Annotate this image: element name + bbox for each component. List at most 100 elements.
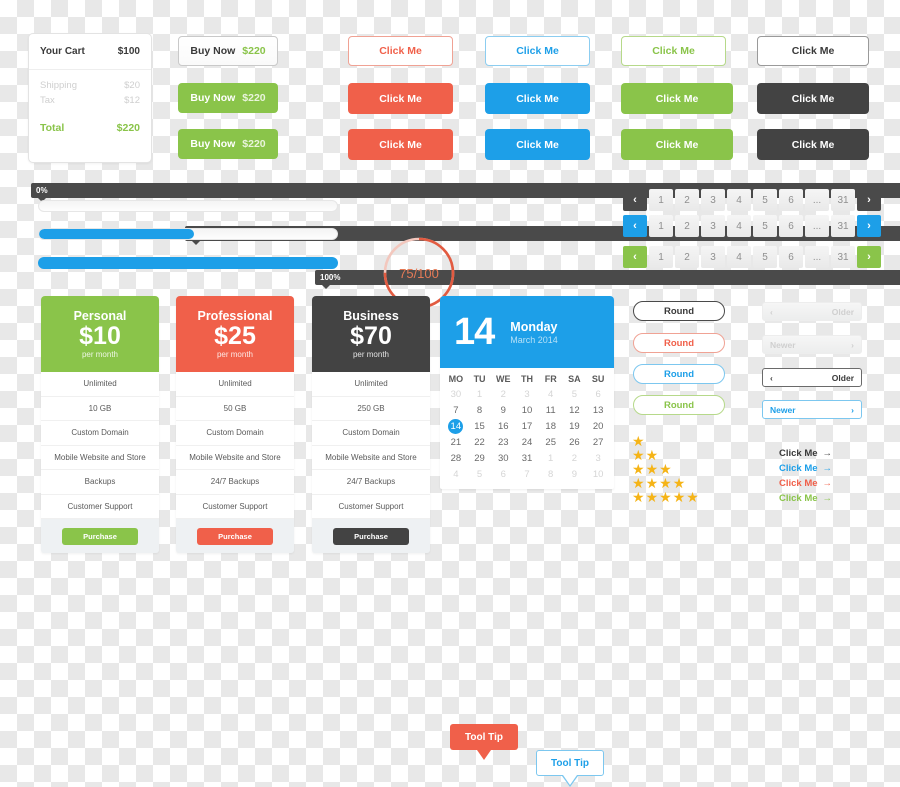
star-icon[interactable]: ★ bbox=[686, 490, 699, 504]
click-me-link-green[interactable]: Click Me → bbox=[779, 493, 832, 504]
nav-newer-button[interactable]: Newer › bbox=[762, 400, 862, 419]
purchase-button[interactable]: Purchase bbox=[62, 527, 138, 545]
click-me-button-green-solid-1[interactable]: Click Me bbox=[621, 83, 733, 114]
click-me-link-blue[interactable]: Click Me → bbox=[779, 463, 832, 474]
click-me-button-dark-solid-1[interactable]: Click Me bbox=[757, 83, 869, 114]
pagination-page[interactable]: 6 bbox=[779, 246, 803, 268]
buy-now-button-ghost[interactable]: Buy Now $220 bbox=[178, 36, 278, 66]
pagination-page[interactable]: 3 bbox=[701, 215, 725, 237]
round-button-blue[interactable]: Round bbox=[633, 364, 725, 384]
pagination-prev-icon[interactable]: ‹ bbox=[623, 246, 647, 268]
calendar-date-cell[interactable]: 29 bbox=[468, 451, 492, 467]
calendar-date-cell[interactable]: 26 bbox=[563, 435, 587, 451]
pagination-page[interactable]: 4 bbox=[727, 246, 751, 268]
star-rating-row[interactable]: ★ ★ ★ ★ ★ bbox=[632, 490, 699, 504]
pagination-page[interactable]: 2 bbox=[675, 246, 699, 268]
click-me-button-green-solid-2[interactable]: Click Me bbox=[621, 129, 733, 160]
progress-bar-100[interactable] bbox=[38, 257, 338, 269]
progress-bar-0[interactable] bbox=[38, 200, 338, 212]
round-button-green[interactable]: Round bbox=[633, 395, 725, 415]
click-me-button-dark-outline[interactable]: Click Me bbox=[757, 36, 869, 66]
calendar-date-cell[interactable]: 17 bbox=[515, 419, 539, 435]
click-me-button-red-solid-2[interactable]: Click Me bbox=[348, 129, 453, 160]
round-button-dark[interactable]: Round bbox=[633, 301, 725, 321]
pagination-next-icon[interactable]: › bbox=[857, 189, 881, 211]
calendar-date-cell[interactable]: 25 bbox=[539, 435, 563, 451]
click-me-link-red[interactable]: Click Me → bbox=[779, 478, 832, 489]
calendar-date-cell[interactable]: 18 bbox=[539, 419, 563, 435]
pagination-prev-icon[interactable]: ‹ bbox=[623, 215, 647, 237]
pagination-page[interactable]: 2 bbox=[675, 215, 699, 237]
star-icon[interactable]: ★ bbox=[673, 490, 686, 504]
star-rating-row[interactable]: ★ ★ ★ ★ bbox=[632, 476, 699, 490]
pagination-page[interactable]: 31 bbox=[831, 215, 855, 237]
star-icon[interactable]: ★ bbox=[646, 490, 659, 504]
pagination-page[interactable]: 1 bbox=[649, 189, 673, 211]
star-icon[interactable]: ★ bbox=[673, 476, 686, 490]
calendar-date-cell[interactable]: 10 bbox=[515, 403, 539, 419]
nav-older-button[interactable]: ‹ Older bbox=[762, 368, 862, 387]
star-icon[interactable]: ★ bbox=[632, 490, 645, 504]
pagination-prev-icon[interactable]: ‹ bbox=[623, 189, 647, 211]
calendar-date-cell[interactable]: 24 bbox=[515, 435, 539, 451]
calendar-date-cell[interactable]: 11 bbox=[539, 403, 563, 419]
calendar-date-cell[interactable]: 21 bbox=[444, 435, 468, 451]
click-me-button-dark-solid-2[interactable]: Click Me bbox=[757, 129, 869, 160]
star-icon[interactable]: ★ bbox=[632, 462, 645, 476]
star-icon[interactable]: ★ bbox=[659, 490, 672, 504]
calendar-date-cell[interactable]: 14 bbox=[444, 419, 468, 435]
click-me-link-dark[interactable]: Click Me → bbox=[779, 448, 832, 459]
calendar-date-cell[interactable]: 23 bbox=[491, 435, 515, 451]
pagination-page[interactable]: 5 bbox=[753, 246, 777, 268]
calendar-date-cell[interactable]: 12 bbox=[563, 403, 587, 419]
click-me-button-green-outline[interactable]: Click Me bbox=[621, 36, 726, 66]
pagination-page[interactable]: 4 bbox=[727, 189, 751, 211]
calendar-date-cell[interactable]: 9 bbox=[491, 403, 515, 419]
star-icon[interactable]: ★ bbox=[646, 462, 659, 476]
pagination-page[interactable]: 6 bbox=[779, 189, 803, 211]
pagination-page[interactable]: 3 bbox=[701, 246, 725, 268]
star-icon[interactable]: ★ bbox=[646, 476, 659, 490]
pagination-page[interactable]: 1 bbox=[649, 246, 673, 268]
star-icon[interactable]: ★ bbox=[632, 434, 645, 448]
click-me-button-blue-solid-2[interactable]: Click Me bbox=[485, 129, 590, 160]
star-rating-row[interactable]: ★ ★ ★ bbox=[632, 462, 699, 476]
calendar-date-cell[interactable]: 8 bbox=[468, 403, 492, 419]
star-icon[interactable]: ★ bbox=[646, 448, 659, 462]
click-me-button-red-solid-1[interactable]: Click Me bbox=[348, 83, 453, 114]
star-icon[interactable]: ★ bbox=[632, 476, 645, 490]
calendar-date-cell[interactable]: 31 bbox=[515, 451, 539, 467]
round-button-red[interactable]: Round bbox=[633, 333, 725, 353]
calendar-date-cell[interactable]: 16 bbox=[491, 419, 515, 435]
pagination-page[interactable]: 3 bbox=[701, 189, 725, 211]
calendar-date-cell[interactable]: 20 bbox=[586, 419, 610, 435]
calendar-date-cell[interactable]: 30 bbox=[491, 451, 515, 467]
progress-bar-50[interactable] bbox=[38, 228, 338, 240]
pagination-page[interactable]: 6 bbox=[779, 215, 803, 237]
pagination-page[interactable]: 5 bbox=[753, 215, 777, 237]
calendar-date-cell[interactable]: 28 bbox=[444, 451, 468, 467]
calendar-date-cell[interactable]: 7 bbox=[444, 403, 468, 419]
pagination-next-icon[interactable]: › bbox=[857, 246, 881, 268]
purchase-button[interactable]: Purchase bbox=[333, 527, 409, 545]
pagination-page[interactable]: 31 bbox=[831, 189, 855, 211]
star-icon[interactable]: ★ bbox=[659, 462, 672, 476]
pagination-page[interactable]: 5 bbox=[753, 189, 777, 211]
calendar-date-cell[interactable]: 15 bbox=[468, 419, 492, 435]
calendar-date-cell[interactable]: 27 bbox=[586, 435, 610, 451]
click-me-button-blue-outline[interactable]: Click Me bbox=[485, 36, 590, 66]
calendar-date-cell[interactable]: 13 bbox=[586, 403, 610, 419]
buy-now-button-green-1[interactable]: Buy Now $220 bbox=[178, 83, 278, 113]
buy-now-button-green-2[interactable]: Buy Now $220 bbox=[178, 129, 278, 159]
pagination-page[interactable]: 2 bbox=[675, 189, 699, 211]
click-me-button-red-outline[interactable]: Click Me bbox=[348, 36, 453, 66]
calendar-date-cell[interactable]: 22 bbox=[468, 435, 492, 451]
calendar-date-cell[interactable]: 19 bbox=[563, 419, 587, 435]
pagination-next-icon[interactable]: › bbox=[857, 215, 881, 237]
star-icon[interactable]: ★ bbox=[659, 476, 672, 490]
purchase-button[interactable]: Purchase bbox=[197, 527, 273, 545]
pagination-page[interactable]: 1 bbox=[649, 215, 673, 237]
star-icon[interactable]: ★ bbox=[632, 448, 645, 462]
pagination-page[interactable]: 31 bbox=[831, 246, 855, 268]
click-me-button-blue-solid-1[interactable]: Click Me bbox=[485, 83, 590, 114]
